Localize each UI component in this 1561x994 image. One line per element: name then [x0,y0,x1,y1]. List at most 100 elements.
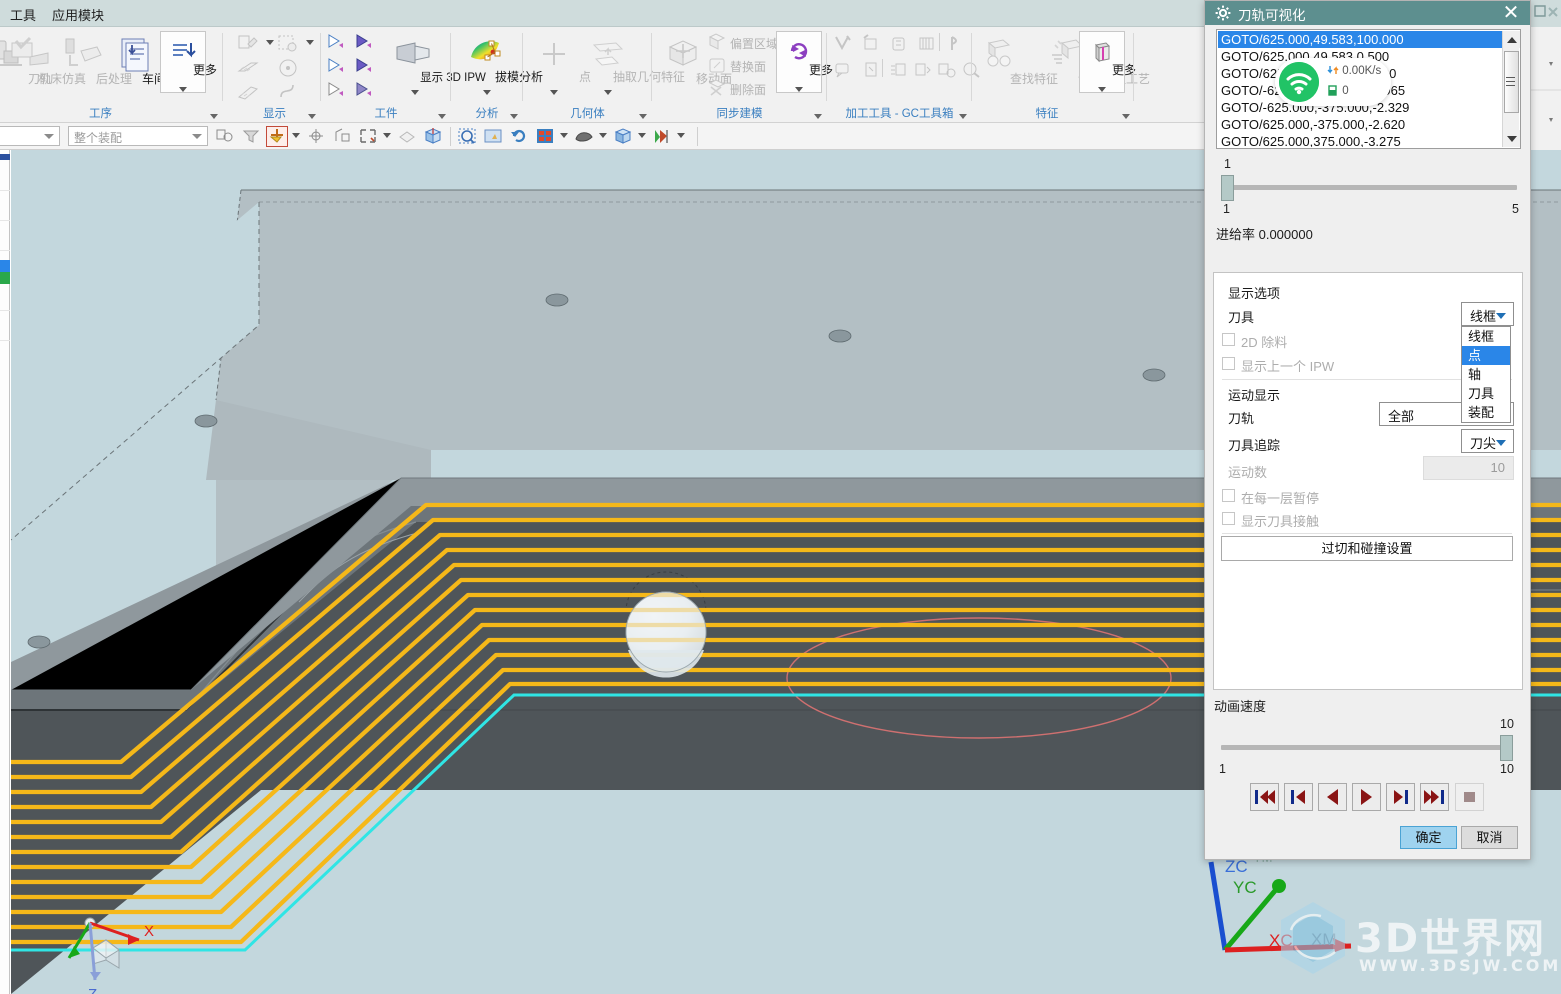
cancel-button[interactable]: 取消 [1461,826,1518,849]
list-item[interactable]: GOTO/625.000,49.583,100.000 [1218,31,1503,48]
chevron-down-icon[interactable] [266,40,274,45]
ribbon-button-extract-geometry[interactable]: 抽取几何特征 [567,31,685,97]
ribbon-group-display-expand-icon[interactable] [308,114,316,119]
spline-icon[interactable] [276,81,302,103]
gc-tool-9-icon[interactable] [911,59,937,81]
ribbon-group-gc-toolbox-expand-icon[interactable] [959,114,967,119]
ipw-view-1-icon[interactable] [325,31,351,53]
ribbon-group-operations-expand-icon[interactable] [210,114,218,119]
display-object-icon[interactable] [276,33,302,55]
ribbon-button-shop-documentation[interactable]: 车间文档 [104,31,190,97]
scroll-down-arrow-icon[interactable] [1503,130,1520,147]
ribbon-group-geometry-expand-icon[interactable] [639,114,647,119]
ribbon-button-replace-face-label[interactable]: 替换面 [730,58,766,75]
ribbon-button-more-feature[interactable]: 更多 [1079,31,1136,93]
tool-display-dropdown[interactable]: 线框 [1461,302,1514,326]
anim-slider-thumb[interactable] [1500,735,1513,761]
chevron-down-icon[interactable] [1098,87,1106,92]
dropdown-option[interactable]: 装配 [1462,403,1510,422]
checkbox-pause-each-layer[interactable] [1222,489,1235,502]
scrollbar-thumb[interactable] [1504,51,1519,113]
rotate-icon[interactable] [508,126,530,147]
dropdown-option[interactable]: 点 [1462,346,1510,365]
goto-list-scrollbar[interactable] [1502,31,1520,147]
gc-tool-10-icon[interactable] [935,59,961,81]
offset-region-icon[interactable] [706,32,732,54]
chevron-down-icon[interactable] [179,87,187,92]
chevron-down-icon[interactable] [383,133,391,138]
chevron-down-icon[interactable] [483,90,491,95]
network-speed-widget[interactable]: 0.00K/s 0 [1275,58,1391,106]
assembly-scope-combo[interactable]: 整个装配 [68,126,208,146]
ribbon-button-more-operations[interactable]: 更多 [160,31,217,93]
ribbon-button-offset-region-label[interactable]: 偏置区域 [730,35,778,52]
dialog-title-bar[interactable]: 刀轨可视化 ✕ [1205,1,1530,25]
ribbon-group-feature-expand-icon[interactable] [1122,114,1130,119]
wcs-icon[interactable] [331,126,353,147]
visual-style-icon[interactable] [651,126,673,147]
chevron-down-icon[interactable] [192,134,202,139]
chevron-down-icon[interactable] [604,90,612,95]
play-backward-button[interactable] [1318,783,1347,811]
list-item[interactable]: GOTO/625.000,-375.000,-2.620 [1218,116,1503,133]
gc-tool-6-icon[interactable] [831,59,857,81]
rewind-to-start-button[interactable] [1250,783,1279,811]
play-forward-button[interactable] [1352,783,1381,811]
gc-tool-8-icon[interactable] [887,59,913,81]
edit-display-icon[interactable] [236,33,262,55]
ribbon-group-analysis-expand-icon[interactable] [510,114,518,119]
step-forward-button[interactable] [1386,783,1415,811]
ribbon-group-workpiece-expand-icon[interactable] [438,114,446,119]
view-layout-icon[interactable] [534,126,556,147]
list-item[interactable] [0,272,10,284]
chevron-down-icon[interactable] [795,87,803,92]
chevron-down-icon[interactable] [638,133,646,138]
selection-scope-combo[interactable] [0,126,60,146]
ribbon-button-more-synchronous[interactable]: 更多 [776,31,833,93]
ipw-view-6-icon[interactable] [353,79,379,101]
ok-button[interactable]: 确定 [1400,826,1457,849]
datum-point-icon[interactable] [276,57,302,79]
gc-tool-5-icon[interactable] [945,33,971,55]
dropdown-option[interactable]: 轴 [1462,365,1510,384]
ipw-view-3-icon[interactable] [325,55,351,77]
filter-icon[interactable] [240,126,262,147]
ipw-view-2-icon[interactable] [353,31,379,53]
menu-item-application-modules[interactable]: 应用模块 [52,5,104,24]
gc-tool-1-icon[interactable] [831,33,857,55]
chevron-down-icon[interactable] [292,133,300,138]
ipw-view-4-icon[interactable] [353,55,379,77]
chevron-down-icon[interactable] [550,90,558,95]
stop-button[interactable] [1455,783,1484,811]
ribbon-group-synchronous-modeling-expand-icon[interactable] [814,114,822,119]
snap-point-icon[interactable] [305,126,327,147]
step-slider-track[interactable] [1223,185,1517,190]
list-item[interactable] [0,260,10,272]
chevron-down-icon[interactable] [1496,440,1506,446]
checkbox-show-previous-ipw[interactable] [1222,357,1235,370]
forward-to-end-button[interactable] [1420,783,1449,811]
anim-slider-track[interactable] [1221,745,1513,750]
ribbon-button-delete-face-label[interactable]: 删除面 [730,81,766,98]
checkbox-show-tool-contact[interactable] [1222,512,1235,525]
gc-tool-3-icon[interactable] [887,33,913,55]
gc-tool-4-icon[interactable] [915,33,941,55]
section-plane-icon[interactable] [236,59,262,81]
ribbon-button-draft-analysis[interactable]: 拔模分析 [455,31,543,97]
ribbon-button-show-3d-ipw[interactable]: 显示 3D IPW [377,31,486,97]
step-slider-thumb[interactable] [1221,175,1234,201]
chevron-down-icon[interactable] [560,133,568,138]
list-item[interactable] [0,154,10,160]
gouge-collision-settings-button[interactable]: 过切和碰撞设置 [1221,536,1513,561]
chevron-down-icon[interactable] [677,133,685,138]
shaded-icon[interactable] [396,126,418,147]
chevron-down-icon[interactable] [599,133,607,138]
ribbon-button-move-face[interactable]: 移动面 [652,31,732,97]
chevron-down-icon[interactable] [411,90,419,95]
assembly-filter-icon[interactable] [214,126,236,147]
gc-tool-2-icon[interactable] [859,33,885,55]
list-item[interactable]: GOTO/625.000,375.000,-3.275 [1218,133,1503,147]
step-back-button[interactable] [1284,783,1313,811]
replace-face-icon[interactable] [706,55,732,77]
chevron-down-icon[interactable] [1496,313,1506,319]
